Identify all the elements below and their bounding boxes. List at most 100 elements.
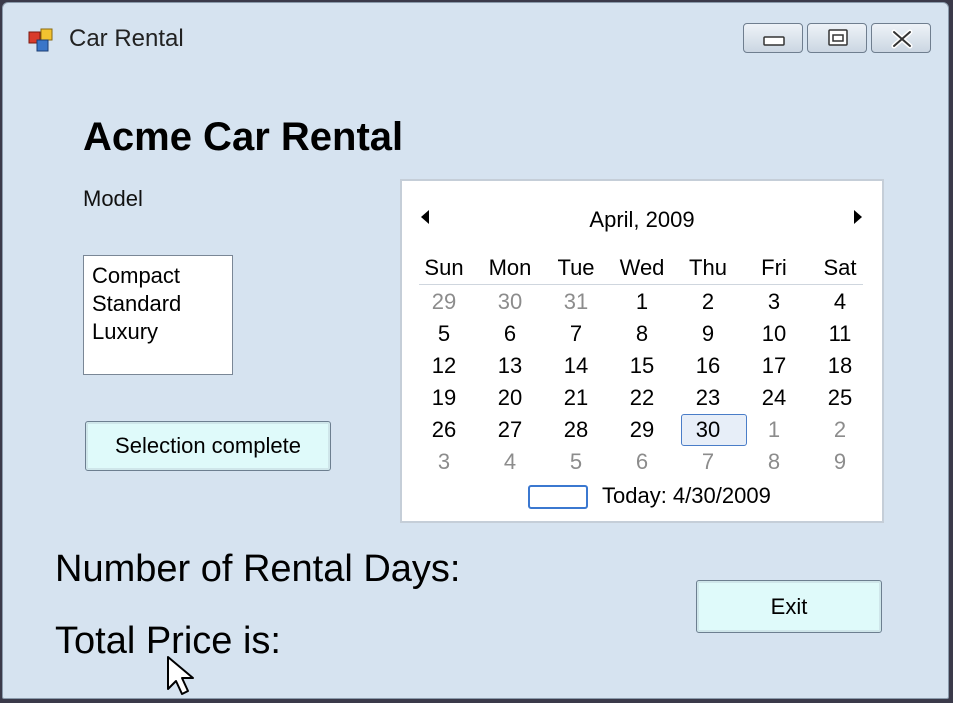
calendar-day[interactable]: 24	[742, 385, 806, 411]
calendar-day-label: 6	[635, 449, 649, 474]
calendar-day[interactable]: 17	[742, 353, 806, 379]
calendar-day-label: 3	[767, 289, 781, 314]
calendar-day[interactable]: 7	[544, 321, 608, 347]
calendar-day-label: 31	[563, 289, 589, 314]
calendar-day-label: 29	[431, 289, 457, 314]
calendar-day[interactable]: 16	[676, 353, 740, 379]
calendar-day-label: 24	[761, 385, 787, 410]
exit-button[interactable]: Exit	[696, 580, 882, 633]
calendar-day-label: 21	[563, 385, 589, 410]
calendar-day[interactable]: 29	[610, 417, 674, 443]
calendar-day[interactable]: 3	[742, 289, 806, 315]
calendar-day-label: 8	[767, 449, 781, 474]
calendar-day[interactable]: 2	[808, 417, 872, 443]
calendar-day[interactable]: 13	[478, 353, 542, 379]
calendar-day-label: 5	[569, 449, 583, 474]
calendar-day[interactable]: 26	[412, 417, 476, 443]
model-listbox[interactable]: Compact Standard Luxury	[83, 255, 233, 375]
calendar-day-label: 3	[437, 449, 451, 474]
calendar-day-label: 25	[827, 385, 853, 410]
calendar-day[interactable]: 21	[544, 385, 608, 411]
mouse-cursor-icon	[167, 656, 194, 695]
rental-days-label: Number of Rental Days:	[55, 548, 461, 590]
weekday-mon: Mon	[488, 255, 532, 280]
calendar-day-label: 27	[497, 417, 523, 442]
calendar-day[interactable]: 10	[742, 321, 806, 347]
calendar-day[interactable]: 30	[676, 414, 747, 446]
calendar-day[interactable]: 15	[610, 353, 674, 379]
calendar-day-label: 23	[695, 385, 721, 410]
calendar-day[interactable]: 31	[544, 289, 608, 315]
calendar-day[interactable]: 8	[742, 449, 806, 475]
calendar-day-label: 1	[635, 289, 649, 314]
weekday-sat: Sat	[823, 255, 857, 280]
calendar-day-label: 8	[635, 321, 649, 346]
calendar-day[interactable]: 5	[412, 321, 476, 347]
car-rental-window: Car Rental Acme Car Rental Model Compact…	[2, 2, 949, 699]
minimize-button[interactable]	[743, 23, 803, 53]
calendar-day[interactable]: 4	[478, 449, 542, 475]
calendar-day[interactable]: 19	[412, 385, 476, 411]
calendar-day-label: 20	[497, 385, 523, 410]
calendar-day[interactable]: 9	[676, 321, 740, 347]
calendar-day-label: 16	[695, 353, 721, 378]
calendar-day[interactable]: 30	[478, 289, 542, 315]
calendar-day[interactable]: 12	[412, 353, 476, 379]
model-label: Model	[83, 186, 143, 211]
calendar-day-label: 17	[761, 353, 787, 378]
month-calendar[interactable]: April, 2009 Sun Mon Tue Wed Thu Fri Sat 29 30 31…	[400, 179, 884, 523]
today-link[interactable]: Today: 4/30/2009	[602, 483, 771, 509]
calendar-day[interactable]: 18	[808, 353, 872, 379]
calendar-day[interactable]: 14	[544, 353, 608, 379]
calendar-day[interactable]: 6	[478, 321, 542, 347]
weekday-thu: Thu	[689, 255, 727, 280]
calendar-day-label: 11	[828, 321, 852, 346]
calendar-day[interactable]: 9	[808, 449, 872, 475]
selection-complete-button[interactable]: Selection complete	[85, 421, 331, 471]
calendar-day-label: 10	[761, 321, 787, 346]
close-icon	[891, 29, 913, 49]
calendar-day-label: 2	[833, 417, 847, 442]
calendar-day[interactable]: 22	[610, 385, 674, 411]
calendar-day-label: 13	[497, 353, 523, 378]
calendar-month-label: April, 2009	[589, 207, 695, 232]
maximize-icon	[828, 29, 848, 46]
model-option-luxury[interactable]: Luxury	[92, 318, 232, 346]
model-option-standard[interactable]: Standard	[92, 290, 232, 318]
minimize-icon	[763, 36, 785, 46]
calendar-day-label: 9	[833, 449, 847, 474]
calendar-day-label: 15	[629, 353, 655, 378]
calendar-day[interactable]: 6	[610, 449, 674, 475]
calendar-day[interactable]: 7	[676, 449, 740, 475]
weekday-tue: Tue	[557, 255, 595, 280]
calendar-day[interactable]: 1	[742, 417, 806, 443]
calendar-day[interactable]: 8	[610, 321, 674, 347]
calendar-day[interactable]: 4	[808, 289, 872, 315]
calendar-day[interactable]: 3	[412, 449, 476, 475]
next-month-icon[interactable]	[852, 209, 864, 225]
calendar-day-label: 1	[767, 417, 781, 442]
calendar-day[interactable]: 2	[676, 289, 740, 315]
calendar-day[interactable]: 27	[478, 417, 542, 443]
calendar-day-label: 29	[629, 417, 655, 442]
calendar-day[interactable]: 25	[808, 385, 872, 411]
model-option-compact[interactable]: Compact	[92, 262, 232, 290]
maximize-button[interactable]	[807, 23, 867, 53]
calendar-day[interactable]: 20	[478, 385, 542, 411]
form-heading: Acme Car Rental	[83, 115, 404, 159]
calendar-day[interactable]: 1	[610, 289, 674, 315]
calendar-day[interactable]: 23	[676, 385, 740, 411]
calendar-day[interactable]: 11	[808, 321, 872, 347]
today-marker[interactable]	[528, 485, 588, 509]
calendar-day-label: 12	[431, 353, 457, 378]
calendar-day[interactable]: 5	[544, 449, 608, 475]
weekday-fri: Fri	[761, 255, 787, 280]
calendar-day-label: 18	[827, 353, 853, 378]
calendar-day-label: 19	[431, 385, 457, 410]
calendar-day-label: 6	[503, 321, 517, 346]
close-button[interactable]	[871, 23, 931, 53]
window-title: Car Rental	[69, 25, 184, 52]
app-icon	[28, 28, 53, 52]
calendar-day[interactable]: 28	[544, 417, 608, 443]
calendar-day[interactable]: 29	[412, 289, 476, 315]
